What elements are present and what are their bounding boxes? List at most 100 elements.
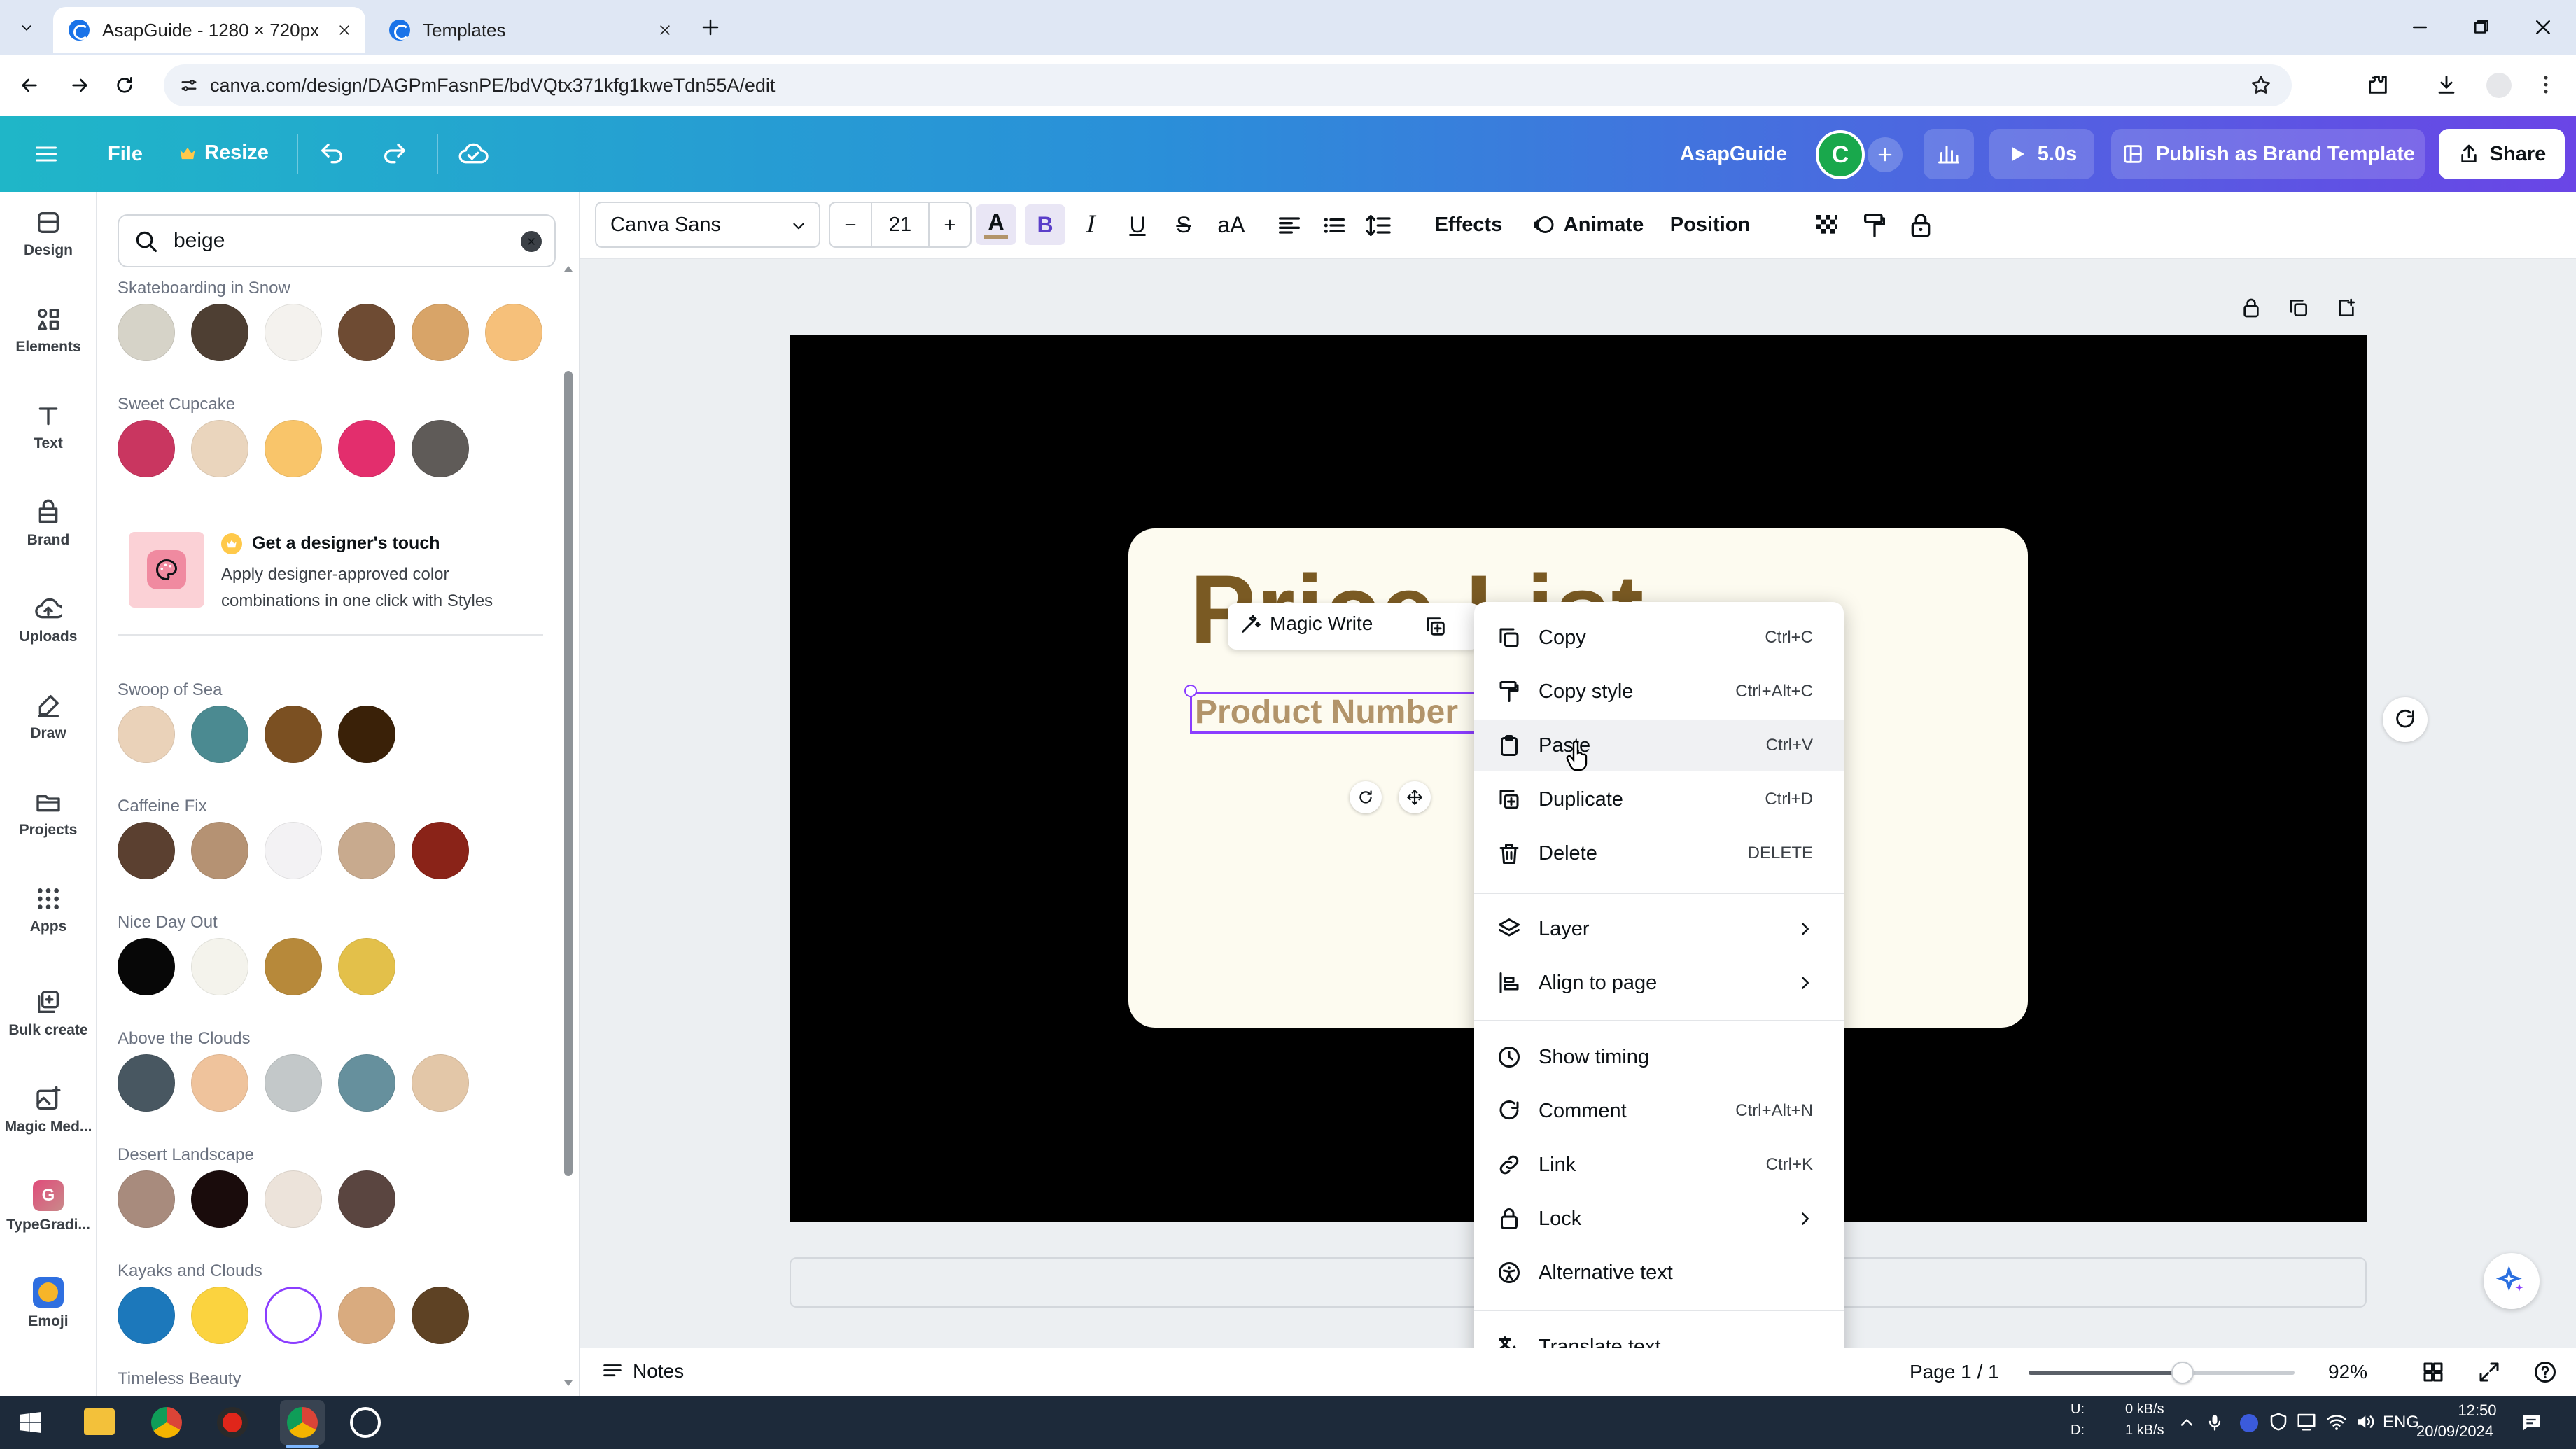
rail-typegradient[interactable]: G TypeGradi... [0, 1165, 97, 1249]
user-avatar[interactable]: C [1816, 130, 1865, 179]
rail-magic-media[interactable]: Magic Med... [0, 1068, 97, 1152]
color-swatch[interactable] [265, 420, 322, 477]
microphone-icon[interactable] [2205, 1411, 2225, 1434]
share-button[interactable]: Share [2439, 129, 2565, 179]
increase-font-size-button[interactable] [928, 203, 970, 246]
color-swatch[interactable] [412, 420, 469, 477]
chrome-icon[interactable] [151, 1407, 182, 1438]
color-swatch[interactable] [265, 938, 322, 995]
chrome-active-icon[interactable] [287, 1407, 318, 1438]
align-left-icon[interactable] [1275, 211, 1303, 239]
color-swatch[interactable] [265, 1054, 322, 1112]
color-swatch[interactable] [338, 938, 396, 995]
color-swatch[interactable] [338, 420, 396, 477]
color-swatch[interactable] [191, 938, 248, 995]
product-number-textbox[interactable]: Product Number [1190, 692, 1477, 734]
design-name[interactable]: AsapGuide [1680, 143, 1787, 166]
color-swatch[interactable] [338, 1054, 396, 1112]
color-swatch[interactable] [265, 822, 322, 879]
color-swatch[interactable] [265, 706, 322, 763]
effects-button[interactable]: Effects [1427, 204, 1511, 245]
bold-button[interactable]: B [1025, 204, 1065, 245]
color-swatch[interactable] [338, 1287, 396, 1344]
notifications-icon[interactable] [2520, 1411, 2542, 1434]
italic-button[interactable]: I [1071, 204, 1112, 245]
clock-app-icon[interactable] [350, 1407, 381, 1438]
magic-assistant-button[interactable] [2484, 1253, 2540, 1309]
font-size-input[interactable]: 21 [872, 203, 928, 246]
help-icon[interactable] [2533, 1359, 2558, 1385]
url-field[interactable]: canva.com/design/DAGPmFasnPE/bdVQtx371kf… [164, 64, 2292, 106]
menu-item-delete[interactable]: Delete DELETE [1474, 827, 1844, 879]
color-swatch[interactable] [191, 1170, 248, 1228]
scroll-up-icon[interactable] [563, 265, 574, 273]
menu-item-align-to-page[interactable]: Align to page [1474, 957, 1844, 1009]
wifi-icon[interactable] [2325, 1411, 2348, 1432]
recorder-icon[interactable] [217, 1407, 248, 1438]
color-swatch[interactable] [265, 1170, 322, 1228]
move-handle[interactable] [1399, 781, 1431, 813]
insights-button[interactable] [1924, 129, 1974, 179]
strikethrough-button[interactable]: S [1163, 204, 1204, 245]
display-icon[interactable] [2296, 1411, 2317, 1432]
color-swatch[interactable] [338, 822, 396, 879]
position-button[interactable]: Position [1665, 204, 1756, 245]
underline-button[interactable]: U [1117, 204, 1158, 245]
color-swatch[interactable] [191, 822, 248, 879]
extensions-icon[interactable] [2366, 73, 2390, 97]
grid-view-icon[interactable] [2421, 1359, 2446, 1385]
resize-handle[interactable] [1184, 685, 1197, 697]
color-search-input[interactable]: beige [118, 214, 556, 267]
color-swatch[interactable] [338, 706, 396, 763]
color-swatch[interactable] [118, 1287, 175, 1344]
color-swatch[interactable] [118, 938, 175, 995]
publish-brand-template-button[interactable]: Publish as Brand Template [2111, 129, 2425, 179]
bulleted-list-icon[interactable] [1320, 211, 1348, 239]
scroll-down-icon[interactable] [563, 1379, 574, 1387]
rail-uploads[interactable]: Uploads [0, 578, 97, 662]
color-swatch[interactable] [118, 1170, 175, 1228]
text-color-button[interactable]: A [976, 204, 1016, 245]
font-family-select[interactable]: Canva Sans [595, 202, 820, 248]
menu-item-copy-style[interactable]: Copy style Ctrl+Alt+C [1474, 666, 1844, 718]
menu-item-comment[interactable]: Comment Ctrl+Alt+N [1474, 1085, 1844, 1137]
color-swatch[interactable] [191, 304, 248, 361]
restore-icon[interactable] [2471, 17, 2492, 38]
menu-item-show-timing[interactable]: Show timing [1474, 1031, 1844, 1083]
download-icon[interactable] [2435, 73, 2458, 97]
forward-icon[interactable] [69, 74, 91, 97]
decrease-font-size-button[interactable] [830, 203, 872, 246]
add-page-icon[interactable] [2335, 297, 2358, 319]
close-window-icon[interactable] [2533, 17, 2554, 38]
copy-style-icon[interactable] [1861, 211, 1889, 239]
tray-app-icon[interactable] [2240, 1414, 2258, 1432]
browser-menu-icon[interactable] [2534, 73, 2558, 97]
page-indicator[interactable]: Page 1 / 1 [1910, 1361, 1999, 1383]
tab-asapguide[interactable]: AsapGuide - 1280 × 720px [53, 7, 365, 53]
profile-avatar[interactable] [2486, 73, 2512, 98]
color-swatch[interactable] [191, 1054, 248, 1112]
magic-write-button[interactable]: Magic Write [1239, 612, 1373, 636]
color-swatch[interactable] [118, 304, 175, 361]
rotate-handle[interactable] [1350, 781, 1382, 813]
transparency-icon[interactable] [1813, 211, 1841, 239]
rail-emoji[interactable]: Emoji [0, 1261, 97, 1345]
menu-item-copy[interactable]: Copy Ctrl+C [1474, 612, 1844, 664]
notes-button[interactable]: Notes [601, 1359, 684, 1383]
volume-icon[interactable] [2353, 1411, 2376, 1432]
designer-touch-promo[interactable]: Get a designer's touch Apply designer-ap… [118, 519, 543, 633]
menu-item-duplicate[interactable]: Duplicate Ctrl+D [1474, 774, 1844, 825]
fullscreen-icon[interactable] [2477, 1359, 2502, 1385]
back-icon[interactable] [18, 74, 41, 97]
menu-item-lock[interactable]: Lock [1474, 1193, 1844, 1245]
color-swatch[interactable] [191, 706, 248, 763]
menu-item-paste[interactable]: Paste Ctrl+V [1474, 720, 1844, 771]
windows-start-icon[interactable] [18, 1410, 43, 1435]
duplicate-element-icon[interactable] [1424, 615, 1448, 638]
minimize-icon[interactable] [2409, 17, 2430, 38]
clear-search-button[interactable] [521, 231, 542, 252]
tray-shield-icon[interactable] [2268, 1411, 2289, 1432]
rail-brand[interactable]: Brand [0, 482, 97, 566]
duplicate-page-icon[interactable] [2288, 297, 2310, 319]
input-language[interactable]: ENG [2383, 1413, 2419, 1432]
